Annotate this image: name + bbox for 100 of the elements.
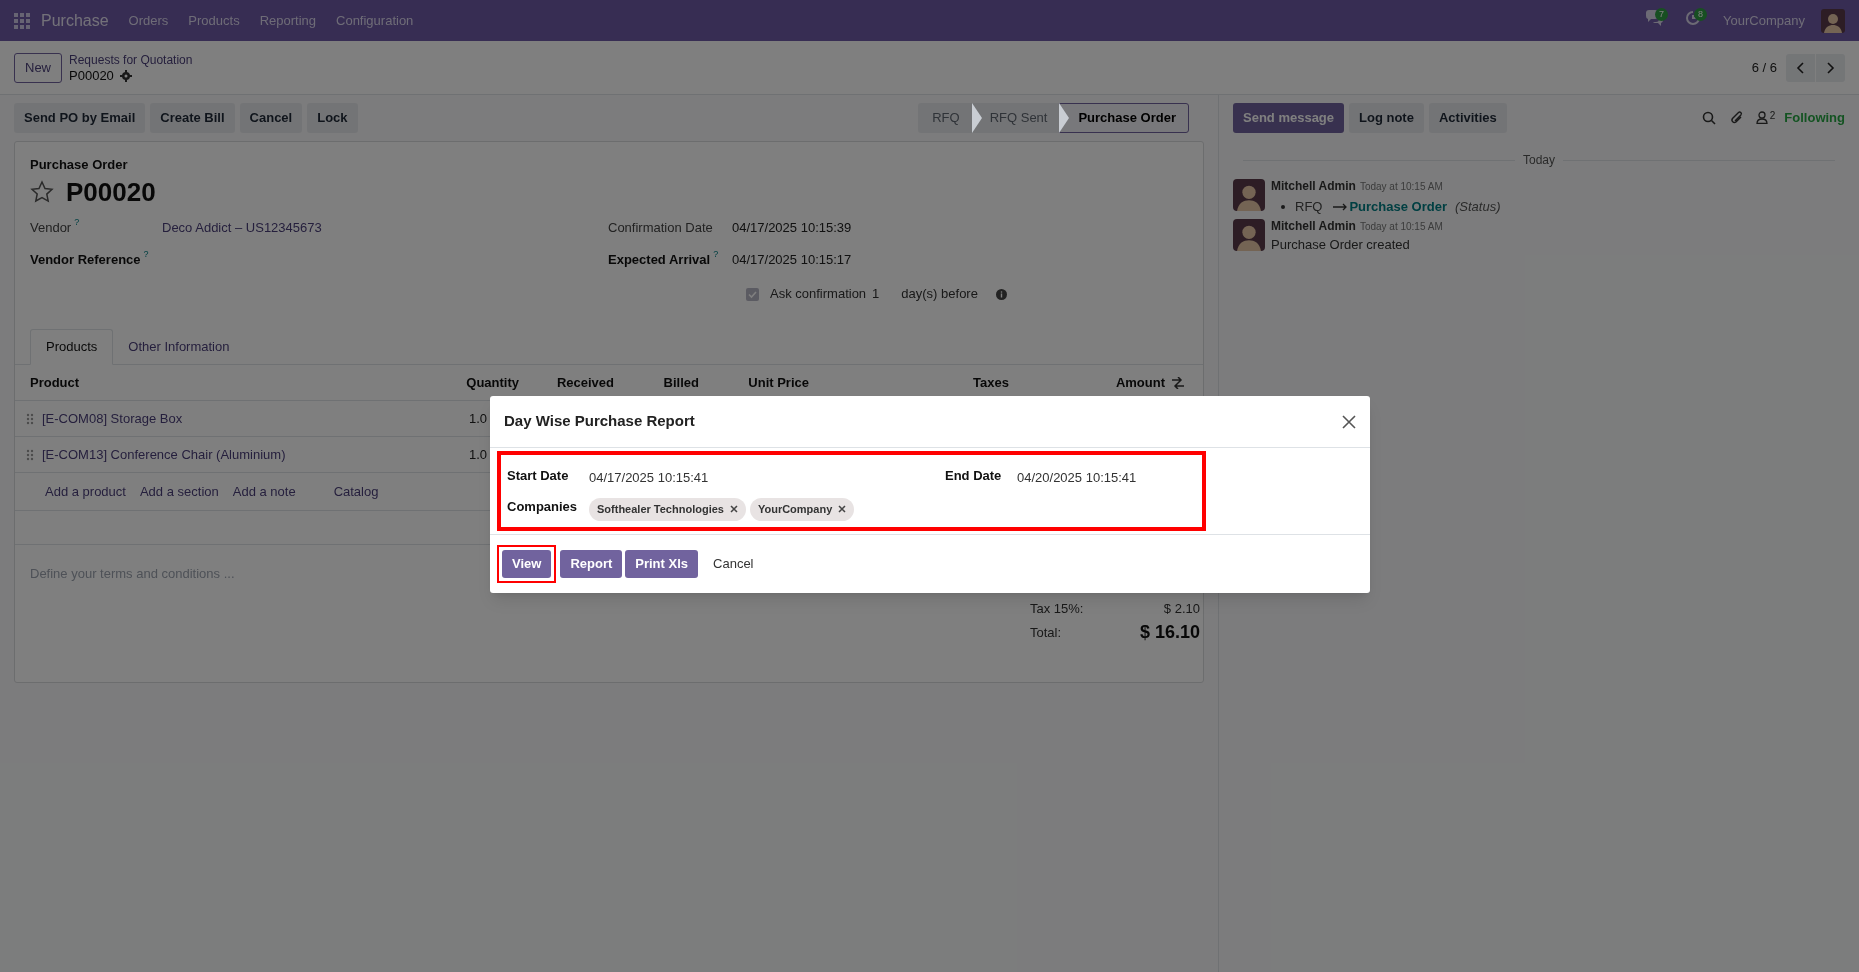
chevron-right-icon — [1824, 60, 1837, 75]
dialog-title: Day Wise Purchase Report — [504, 411, 695, 432]
menu-item[interactable]: Orders — [128, 10, 169, 31]
record-name: P00020 — [69, 67, 114, 84]
column-header[interactable]: Unit Price — [699, 372, 809, 393]
paperclip-icon[interactable] — [1729, 109, 1744, 126]
column-header[interactable]: Received — [519, 372, 614, 393]
apps-menu-icon[interactable] — [14, 12, 30, 29]
column-header[interactable]: Billed — [614, 372, 699, 393]
remove-icon[interactable] — [729, 505, 738, 513]
add-link[interactable]: Catalog — [333, 481, 379, 502]
tab[interactable]: Products — [30, 329, 114, 365]
tab[interactable]: Other Information — [113, 329, 245, 365]
field-name: (Status) — [1455, 198, 1501, 216]
total-label: Total: — [1030, 623, 1062, 642]
chatter-button[interactable]: Send message — [1233, 102, 1345, 133]
total-value: $ 16.10 — [1139, 621, 1200, 644]
field-label: End Date — [945, 467, 1003, 486]
field-label: Confirmation Date — [608, 219, 713, 237]
next-button[interactable] — [1816, 53, 1845, 82]
dialog-button[interactable]: View — [502, 550, 552, 578]
company-tag: Softhealer Technologies — [589, 497, 746, 521]
user-avatar[interactable] — [1821, 8, 1845, 33]
chevron-left-icon — [1794, 60, 1807, 75]
previous-button[interactable] — [1786, 53, 1815, 82]
new-value: Purchase Order — [1349, 198, 1447, 216]
app-name[interactable]: Purchase — [41, 8, 109, 33]
author-avatar — [1233, 179, 1265, 211]
remove-icon[interactable] — [838, 505, 847, 513]
company-tag: YourCompany — [749, 497, 855, 521]
days-suffix: day(s) before — [901, 285, 978, 304]
action-button[interactable]: Cancel — [239, 102, 303, 133]
dialog-button[interactable]: Cancel — [701, 550, 766, 578]
chatter-button[interactable]: Activities — [1428, 102, 1507, 133]
form-subtitle: Purchase Order — [30, 157, 129, 173]
message-author: Mitchell Admin — [1271, 217, 1356, 235]
field-label: Start Date — [507, 467, 570, 486]
total-label: Tax 15%: — [1030, 599, 1084, 618]
table-cell-text: 1.0 — [467, 445, 487, 464]
settings-icon[interactable] — [119, 69, 132, 82]
dialog-button[interactable]: Report — [560, 550, 623, 578]
count-badge: 7 — [1655, 7, 1669, 21]
followers-icon[interactable] — [1755, 111, 1768, 124]
drag-handle-icon[interactable] — [26, 412, 34, 425]
arrow-icon — [1333, 202, 1349, 211]
modal-backdrop[interactable] — [0, 0, 1859, 972]
action-button[interactable]: Send PO by Email — [14, 102, 146, 133]
message-time: Today at 10:15 AM — [1359, 219, 1443, 234]
checkbox[interactable] — [746, 287, 759, 301]
star-icon[interactable] — [30, 180, 54, 204]
checkbox-label: Ask confirmation — [770, 285, 867, 304]
following-button[interactable]: Following — [1784, 107, 1845, 128]
table-cell-text: [E-COM08] Storage Box — [42, 409, 184, 428]
date-separator: Today — [1522, 152, 1556, 169]
date-field[interactable]: 04/17/2025 10:15:41 — [589, 464, 945, 488]
pager-value: 6 / 6 — [1751, 58, 1777, 77]
column-header[interactable]: Product — [15, 372, 435, 393]
status-step[interactable]: Purchase Order — [1059, 102, 1189, 133]
record-title: P00020 — [66, 175, 156, 209]
breadcrumb-link[interactable]: Requests for Quotation — [69, 51, 193, 68]
status-step[interactable]: RFQ — [918, 102, 972, 133]
followers-count: 2 — [1769, 111, 1776, 121]
add-link[interactable]: Add a product — [45, 481, 126, 502]
chatter-button[interactable]: Log note — [1349, 102, 1424, 133]
field-value[interactable]: Deco Addict – US12345673 — [162, 218, 322, 238]
company-name[interactable]: YourCompany — [1723, 10, 1805, 31]
column-header[interactable]: Quantity — [435, 372, 519, 393]
field-value: 04/17/2025 10:15:17 — [732, 251, 852, 269]
field-value: 04/17/2025 10:15:39 — [732, 219, 852, 237]
total-value: $ 2.10 — [1163, 599, 1200, 618]
field-label: Vendor — [30, 219, 72, 237]
help-tooltip[interactable]: ? — [74, 218, 80, 227]
action-button[interactable]: Lock — [307, 102, 358, 133]
column-header[interactable]: Amount — [1009, 372, 1165, 393]
dialog-button[interactable]: Print Xls — [625, 550, 699, 578]
add-link[interactable]: Add a section — [139, 481, 219, 502]
help-tooltip[interactable]: ? — [143, 250, 149, 259]
menu-item[interactable]: Configuration — [336, 10, 414, 31]
info-icon[interactable] — [995, 288, 1007, 300]
count-badge: 8 — [1694, 7, 1708, 21]
close-icon[interactable] — [1342, 414, 1356, 429]
search-icon[interactable] — [1701, 110, 1716, 125]
menu-item[interactable]: Reporting — [259, 10, 316, 31]
help-tooltip[interactable]: ? — [713, 250, 719, 259]
new-button[interactable]: New — [14, 52, 62, 83]
days-value[interactable]: 1 — [872, 284, 880, 304]
field-label: Vendor Reference — [30, 251, 141, 269]
add-link[interactable]: Add a note — [232, 481, 296, 502]
old-value: RFQ — [1295, 198, 1323, 216]
author-avatar — [1233, 218, 1265, 251]
status-step[interactable]: RFQ Sent — [971, 102, 1060, 133]
action-button[interactable]: Create Bill — [150, 102, 235, 133]
message-author: Mitchell Admin — [1271, 178, 1356, 195]
drag-handle-icon[interactable] — [26, 448, 34, 461]
column-header[interactable]: Taxes — [809, 372, 1009, 393]
date-field[interactable]: 04/20/2025 10:15:41 — [1017, 464, 1137, 488]
message-body: Purchase Order created — [1271, 235, 1411, 254]
column-toggle-icon[interactable] — [1171, 376, 1185, 389]
menu-item[interactable]: Products — [188, 10, 240, 31]
clock-icon[interactable] — [1685, 9, 1702, 26]
